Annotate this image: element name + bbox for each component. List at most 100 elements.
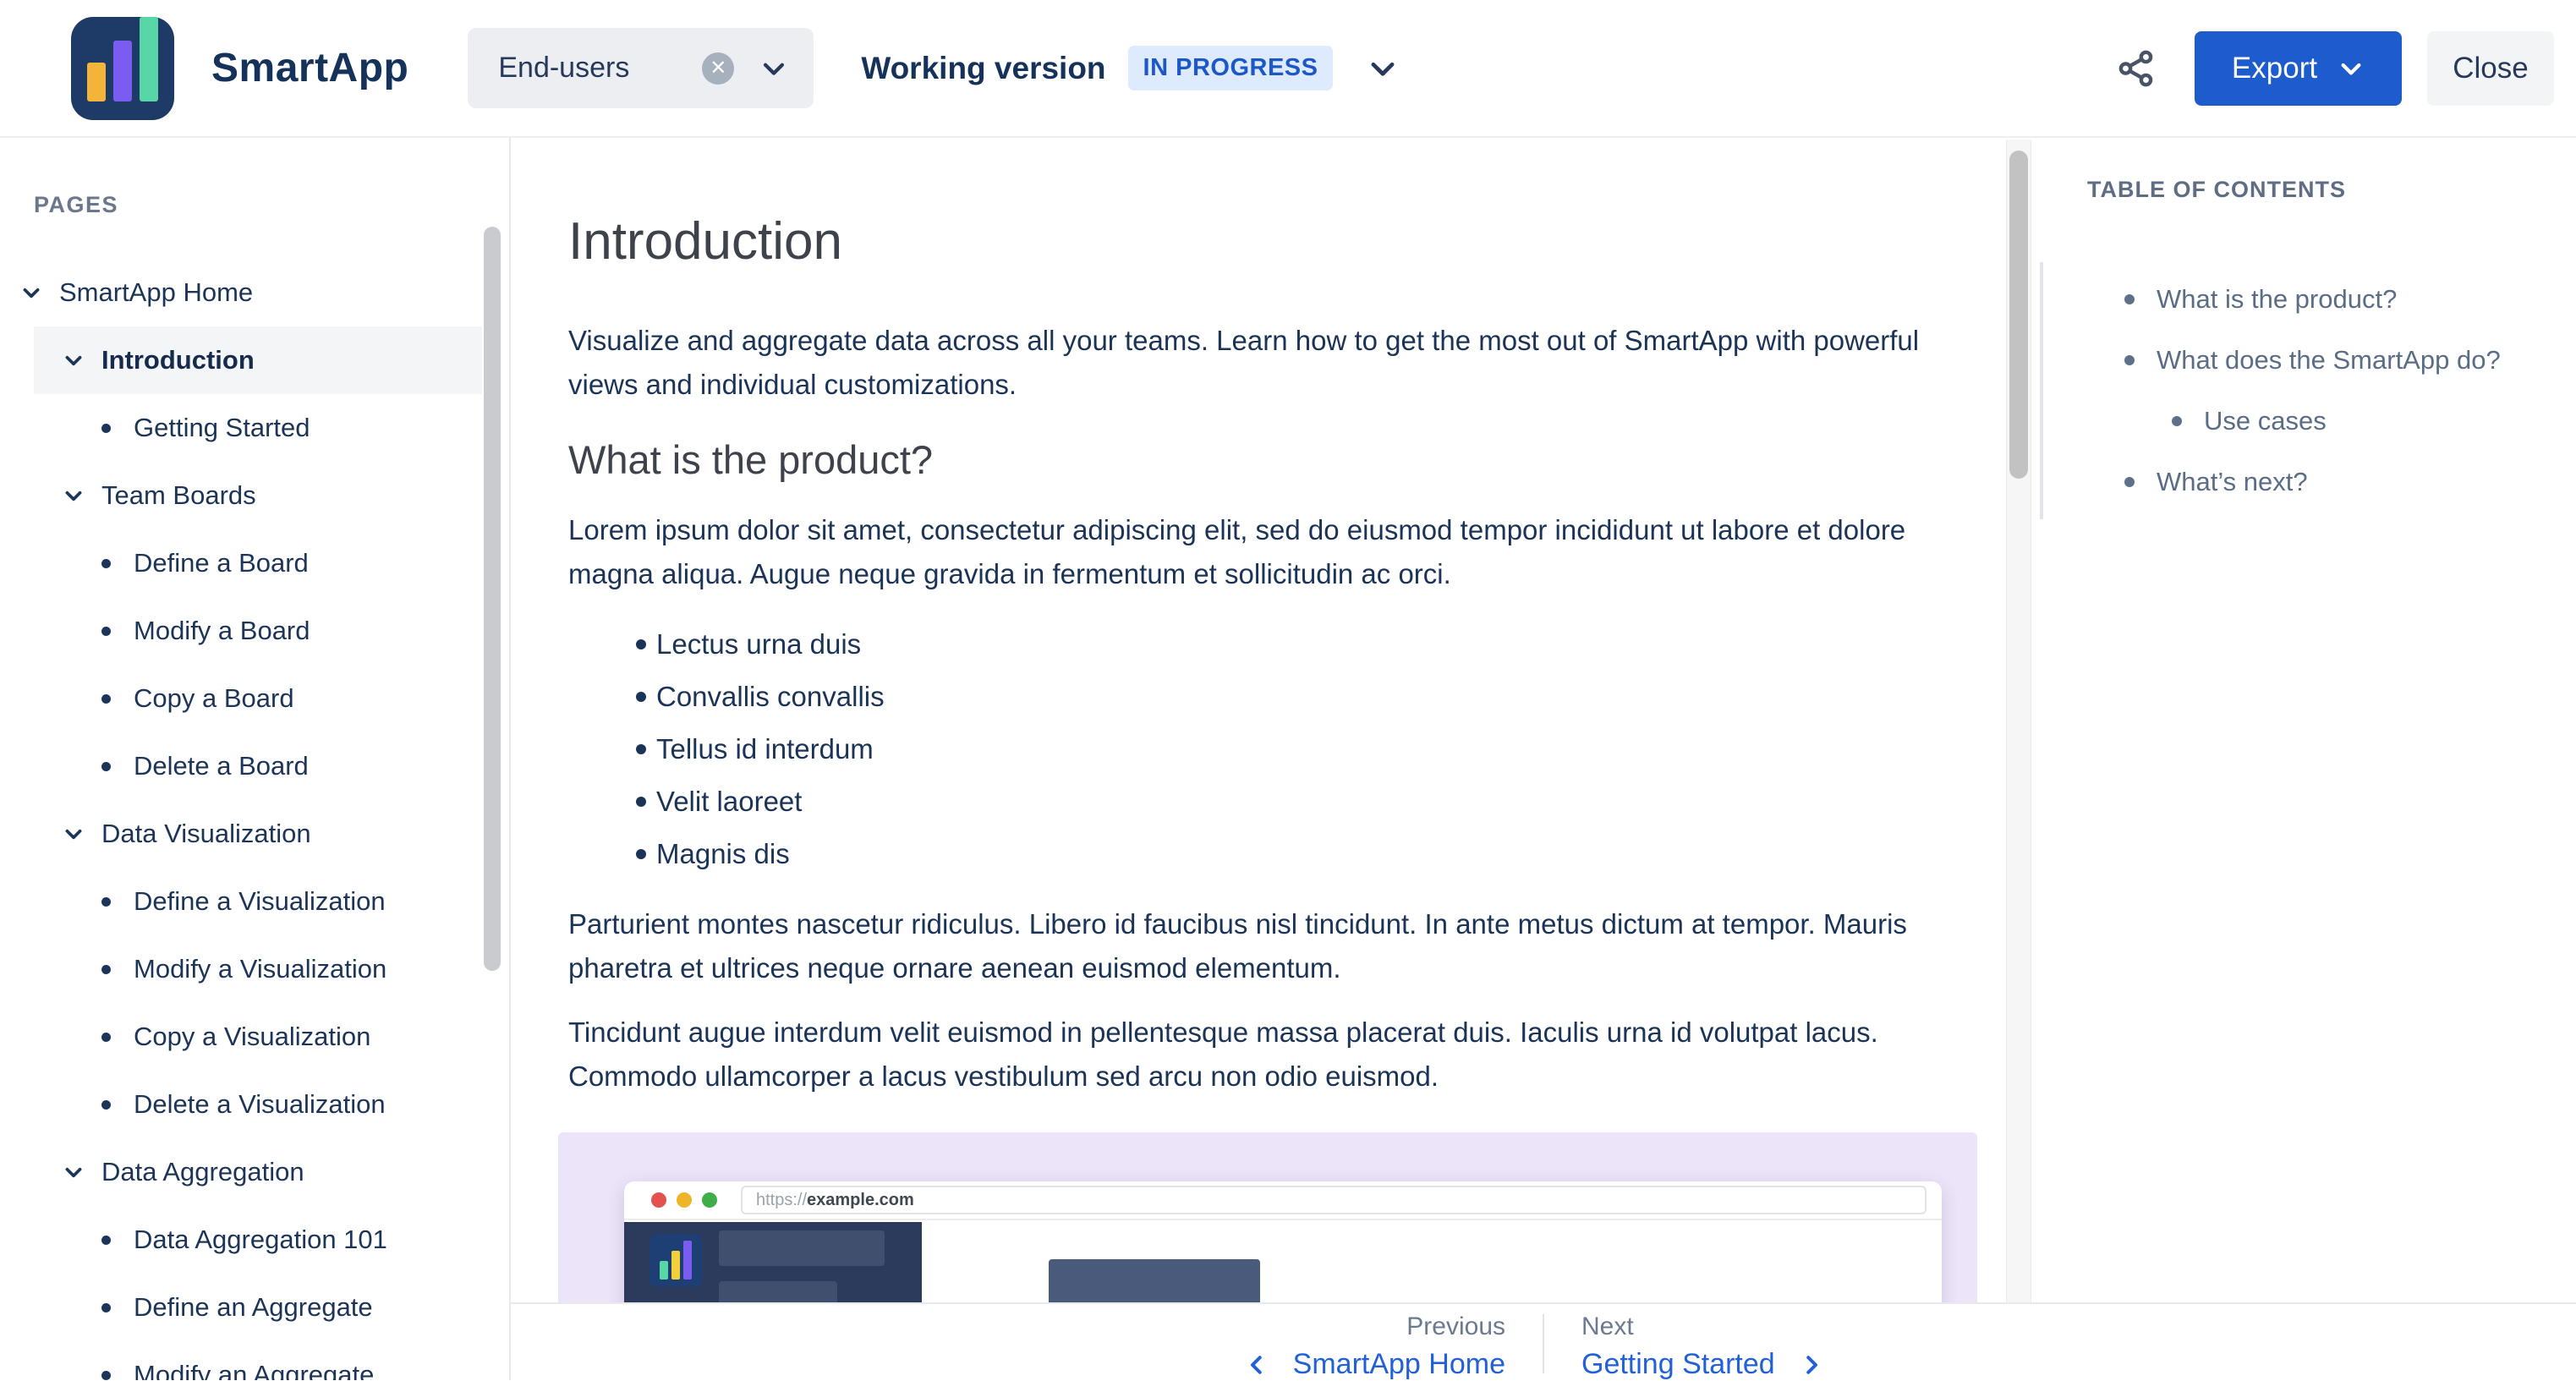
bullet-icon — [101, 1100, 111, 1110]
toc-list: What is the product? What does the Smart… — [2040, 262, 2551, 519]
status-badge: IN PROGRESS — [1128, 46, 1334, 90]
sidebar-page-item[interactable]: Copy a Visualization — [0, 1003, 509, 1071]
toc-item-label: What is the product? — [2157, 284, 2397, 315]
sidebar-page-label: Introduction — [101, 345, 255, 375]
bullet-icon — [101, 694, 111, 704]
bullet-icon — [101, 1371, 111, 1380]
sidebar-page-label: Getting Started — [134, 413, 310, 443]
close-button-label: Close — [2453, 52, 2528, 85]
bullet-icon — [101, 424, 111, 433]
list-item: Velit laoreet — [568, 775, 1987, 828]
toc-item[interactable]: What’s next? — [2124, 452, 2551, 512]
app-logo-icon — [71, 17, 174, 120]
chevron-down-icon[interactable] — [63, 1161, 85, 1183]
table-of-contents: TABLE OF CONTENTS What is the product? W… — [2033, 138, 2576, 1302]
sidebar-page-item[interactable]: Delete a Visualization — [0, 1071, 509, 1138]
sidebar-page-label: Define a Visualization — [134, 886, 386, 917]
mock-url-bar: https://example.com — [741, 1186, 1927, 1214]
next-page-link[interactable]: Getting Started — [1581, 1348, 1908, 1381]
next-label: Next — [1581, 1312, 1908, 1341]
close-button[interactable]: Close — [2427, 31, 2554, 106]
list-item: Convallis convallis — [568, 671, 1987, 723]
sidebar-page-item[interactable]: Data Aggregation 101 — [0, 1206, 509, 1274]
sidebar-page-item[interactable]: Copy a Board — [0, 665, 509, 732]
bullet-icon — [2124, 477, 2135, 487]
sidebar-page-item[interactable]: Data Visualization — [0, 800, 509, 868]
pager: Previous SmartApp Home Next Getting Star… — [511, 1302, 2576, 1380]
sidebar-page-label: Delete a Board — [134, 751, 309, 781]
chevron-down-icon[interactable] — [1367, 52, 1399, 85]
chevron-down-icon[interactable] — [63, 823, 85, 845]
export-button[interactable]: Export — [2195, 31, 2402, 106]
chevron-down-icon[interactable] — [759, 54, 788, 83]
toc-item[interactable]: What is the product? — [2124, 269, 2551, 330]
bullet-icon — [101, 627, 111, 636]
bullet-icon — [2124, 355, 2135, 365]
sidebar-page-label: Copy a Visualization — [134, 1022, 370, 1052]
share-icon[interactable] — [2115, 47, 2157, 90]
section-heading: What is the product? — [568, 436, 1987, 485]
intro-paragraph: Visualize and aggregate data across all … — [568, 319, 1987, 407]
sidebar-page-label: Modify a Board — [134, 616, 310, 646]
bullet-icon — [101, 559, 111, 568]
toc-title: TABLE OF CONTENTS — [2087, 177, 2551, 203]
sidebar-page-item[interactable]: Modify a Visualization — [0, 935, 509, 1003]
toc-item[interactable]: Use cases — [2124, 391, 2551, 452]
list-item: Magnis dis — [568, 828, 1987, 880]
paragraph: Lorem ipsum dolor sit amet, consectetur … — [568, 508, 1987, 596]
sidebar-page-label: Define a Board — [134, 548, 309, 578]
sidebar-page-item[interactable]: Define a Visualization — [0, 868, 509, 935]
top-bar: SmartApp End-users ✕ Working version IN … — [0, 0, 2576, 138]
list-item: Tellus id interdum — [568, 723, 1987, 775]
page-tree: SmartApp Home Introduction Getting Start… — [0, 259, 509, 1380]
sidebar-scrollbar[interactable] — [484, 227, 501, 971]
sidebar-page-item[interactable]: Team Boards — [0, 462, 509, 529]
audience-selector[interactable]: End-users ✕ — [468, 28, 814, 108]
clear-icon[interactable]: ✕ — [702, 52, 734, 85]
bullet-icon — [101, 897, 111, 907]
sidebar-page-label: Copy a Board — [134, 683, 294, 714]
bullet-icon — [101, 1236, 111, 1245]
sidebar-page-label: Define an Aggregate — [134, 1292, 373, 1323]
sidebar-page-label: Modify an Aggregate — [134, 1360, 374, 1380]
chevron-down-icon[interactable] — [63, 485, 85, 507]
sidebar-page-item[interactable]: Introduction — [34, 326, 482, 394]
chevron-down-icon[interactable] — [20, 282, 42, 304]
sidebar-page-item[interactable]: Modify an Aggregate — [0, 1341, 509, 1380]
toc-item-label: What does the SmartApp do? — [2157, 345, 2501, 375]
pages-sidebar: PAGES SmartApp Home Introduction Getting… — [0, 138, 511, 1380]
chevron-right-icon — [1799, 1352, 1824, 1378]
bullet-icon — [101, 1033, 111, 1042]
chevron-down-icon[interactable] — [63, 349, 85, 371]
toc-item-label: Use cases — [2204, 406, 2327, 436]
toc-item[interactable]: What does the SmartApp do? — [2124, 330, 2551, 391]
sidebar-page-item[interactable]: Modify a Board — [0, 597, 509, 665]
brand: SmartApp — [71, 17, 408, 120]
sidebar-page-item[interactable]: Delete a Board — [0, 732, 509, 800]
audience-selector-value: End-users — [498, 52, 629, 85]
sidebar-page-label: Modify a Visualization — [134, 954, 386, 984]
traffic-lights-icon — [651, 1192, 717, 1208]
previous-page-link[interactable]: SmartApp Home — [1179, 1348, 1505, 1381]
sidebar-page-item[interactable]: Define a Board — [0, 529, 509, 597]
app-name: SmartApp — [211, 45, 408, 91]
sidebar-page-label: Data Aggregation 101 — [134, 1225, 387, 1255]
sidebar-page-item[interactable]: SmartApp Home — [0, 259, 509, 326]
sidebar-page-item[interactable]: Data Aggregation — [0, 1138, 509, 1206]
content-scrollbar[interactable] — [2006, 140, 2031, 1302]
bullet-icon — [101, 965, 111, 974]
article: Introduction Visualize and aggregate dat… — [511, 138, 2031, 1380]
sidebar-page-item[interactable]: Define an Aggregate — [0, 1274, 509, 1341]
mock-app-logo-icon — [649, 1234, 702, 1286]
export-button-label: Export — [2232, 52, 2317, 85]
bullet-icon — [101, 1303, 111, 1312]
content-scrollbar-thumb[interactable] — [2009, 151, 2028, 479]
bullet-icon — [2172, 416, 2182, 426]
version-label: Working version — [861, 51, 1105, 86]
version-selector[interactable]: Working version IN PROGRESS — [861, 46, 1399, 90]
list-item: Lectus urna duis — [568, 618, 1987, 671]
sidebar-page-item[interactable]: Getting Started — [0, 394, 509, 462]
sidebar-page-label: Data Visualization — [101, 819, 311, 849]
paragraph: Tincidunt augue interdum velit euismod i… — [568, 1011, 1987, 1099]
previous-label: Previous — [1179, 1312, 1505, 1341]
